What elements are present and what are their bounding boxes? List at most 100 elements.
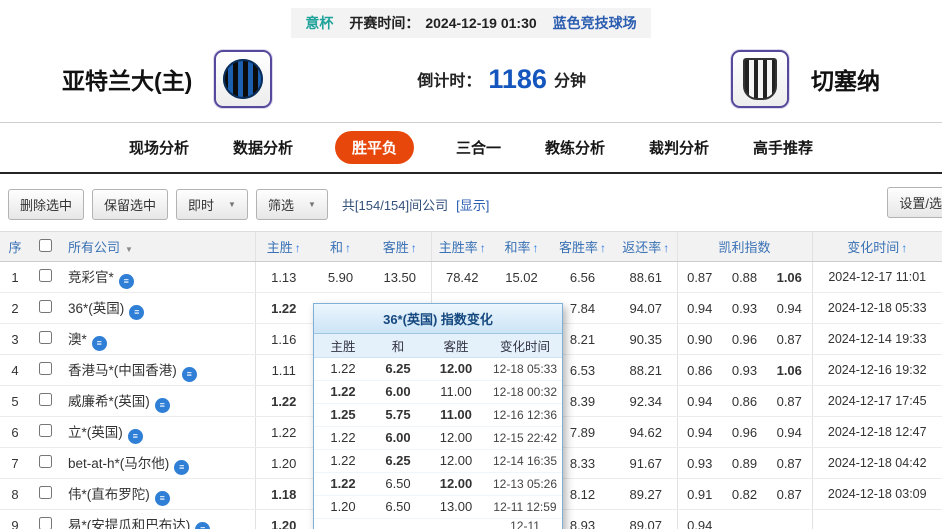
company-name[interactable]: 立*(英国)	[68, 425, 123, 440]
display-link[interactable]: [显示]	[456, 195, 489, 214]
popup-away-odds: 12.00	[424, 518, 488, 529]
company-name[interactable]: 竞彩官*	[68, 270, 114, 285]
keep-selected-button[interactable]: 保留选中	[92, 189, 168, 220]
filter-dropdown[interactable]: 筛选 ▼	[256, 189, 328, 220]
header-home-win-label: 主胜	[267, 240, 293, 255]
company-cell: bet-at-h*(马尔他) ≡	[60, 448, 255, 479]
header-home-win[interactable]: 主胜↑	[255, 232, 312, 262]
company-odds-history-icon[interactable]: ≡	[182, 367, 197, 382]
header-kelly-index[interactable]: 凯利指数	[677, 232, 812, 262]
tab-bar: 现场分析 数据分析 胜平负 三合一 教练分析 裁判分析 高手推荐	[0, 122, 942, 174]
popup-table: 主胜 和 客胜 变化时间 1.226.2512.0012-18 05:331.2…	[314, 334, 562, 529]
row-checkbox[interactable]	[39, 362, 52, 375]
kelly-draw-cell: 0.93	[722, 293, 767, 324]
change-time-cell: 2024-12-18 03:09	[812, 479, 942, 510]
popup-row: 1.226.2512.0012-14 16:35	[314, 449, 562, 472]
popup-change-time: 12-16 12:36	[488, 403, 562, 426]
header-return-rate[interactable]: 返还率↑	[615, 232, 677, 262]
away-rate-cell: 6.56	[550, 262, 615, 293]
home-team-name: 亚特兰大(主)	[62, 62, 192, 96]
away-team-name: 切塞纳	[811, 62, 880, 96]
row-checkbox-cell	[30, 324, 60, 355]
tab-expert-picks[interactable]: 高手推荐	[751, 131, 815, 164]
select-all-checkbox[interactable]	[39, 239, 52, 252]
header-draw-rate[interactable]: 和率↑	[493, 232, 550, 262]
row-checkbox[interactable]	[39, 424, 52, 437]
company-odds-history-icon[interactable]: ≡	[174, 460, 189, 475]
header-away-win-rate[interactable]: 客胜率↑	[550, 232, 615, 262]
row-checkbox[interactable]	[39, 393, 52, 406]
company-name[interactable]: 威廉希*(英国)	[68, 394, 150, 409]
draw-rate-cell: 15.02	[493, 262, 550, 293]
row-checkbox[interactable]	[39, 455, 52, 468]
instant-dropdown[interactable]: 即时 ▼	[176, 189, 248, 220]
tab-coach-analysis[interactable]: 教练分析	[543, 131, 607, 164]
sort-arrow-icon: ↑	[663, 241, 669, 255]
tab-win-draw-loss[interactable]: 胜平负	[335, 131, 414, 164]
company-odds-history-icon[interactable]: ≡	[155, 491, 170, 506]
row-checkbox[interactable]	[39, 486, 52, 499]
popup-row: 1.226.0012.0012-15 22:42	[314, 426, 562, 449]
row-checkbox[interactable]	[39, 331, 52, 344]
change-time-cell: 2024-12-16 19:32	[812, 355, 942, 386]
row-checkbox[interactable]	[39, 517, 52, 529]
change-time-cell: 2024-12-18 04:42	[812, 448, 942, 479]
company-name[interactable]: 伟*(直布罗陀)	[68, 487, 150, 502]
row-index: 4	[0, 355, 30, 386]
return-rate-cell: 94.07	[615, 293, 677, 324]
header-home-win-rate-label: 主胜率	[439, 240, 478, 255]
kelly-draw-cell: 0.86	[722, 386, 767, 417]
company-odds-history-icon[interactable]: ≡	[195, 522, 210, 529]
countdown-value: 1186	[488, 64, 547, 95]
popup-change-time: 12-11 12:59	[488, 495, 562, 518]
company-odds-history-icon[interactable]: ≡	[92, 336, 107, 351]
header-change-time[interactable]: 变化时间↑	[812, 232, 942, 262]
return-rate-cell: 92.34	[615, 386, 677, 417]
settings-button[interactable]: 设置/选	[887, 187, 942, 218]
popup-away-odds: 11.00	[424, 380, 488, 403]
kelly-away-cell: 0.87	[767, 386, 812, 417]
kelly-draw-cell: 0.82	[722, 479, 767, 510]
popup-away-odds: 13.00	[424, 495, 488, 518]
tab-referee-analysis[interactable]: 裁判分析	[647, 131, 711, 164]
home-odds-cell: 1.18	[255, 479, 312, 510]
delete-selected-button[interactable]: 删除选中	[8, 189, 84, 220]
company-odds-history-icon[interactable]: ≡	[129, 305, 144, 320]
popup-away-odds: 12.00	[424, 472, 488, 495]
company-cell: 伟*(直布罗陀) ≡	[60, 479, 255, 510]
company-name[interactable]: 36*(英国)	[68, 301, 124, 316]
tab-three-in-one[interactable]: 三合一	[454, 131, 503, 164]
change-time-cell: 2024-12-17 17:45	[812, 386, 942, 417]
tab-data-analysis[interactable]: 数据分析	[231, 131, 295, 164]
company-name[interactable]: 香港马*(中国香港)	[68, 363, 177, 378]
header-company[interactable]: 所有公司▼	[60, 232, 255, 262]
kelly-home-cell: 0.94	[677, 417, 722, 448]
company-odds-history-icon[interactable]: ≡	[119, 274, 134, 289]
row-checkbox-cell	[30, 479, 60, 510]
return-rate-cell: 90.35	[615, 324, 677, 355]
company-cell: 易*(安提瓜和巴布达) ≡	[60, 510, 255, 529]
chevron-down-icon: ▼	[125, 245, 133, 254]
row-checkbox[interactable]	[39, 300, 52, 313]
company-odds-history-icon[interactable]: ≡	[128, 429, 143, 444]
company-odds-history-icon[interactable]: ≡	[155, 398, 170, 413]
popup-home-odds: 1.22	[314, 426, 372, 449]
tab-live-analysis[interactable]: 现场分析	[127, 131, 191, 164]
change-time-cell: 2024-12-18 12:47	[812, 417, 942, 448]
league-badge: 意杯	[305, 13, 333, 33]
company-name[interactable]: 澳*	[68, 332, 87, 347]
sort-arrow-icon: ↑	[480, 241, 486, 255]
company-cell: 澳* ≡	[60, 324, 255, 355]
row-checkbox[interactable]	[39, 269, 52, 282]
away-team-block: 切塞纳	[731, 50, 880, 108]
header-draw[interactable]: 和↑	[312, 232, 369, 262]
company-name[interactable]: bet-at-h*(马尔他)	[68, 456, 169, 471]
company-name[interactable]: 易*(安提瓜和巴布达)	[68, 518, 190, 529]
chevron-down-icon: ▼	[308, 200, 316, 209]
header-away-win[interactable]: 客胜↑	[369, 232, 431, 262]
change-time-cell: 2024-12-14 19:33	[812, 324, 942, 355]
popup-home-odds: 1.22	[314, 449, 372, 472]
popup-table-body: 1.226.2512.0012-18 05:331.226.0011.0012-…	[314, 357, 562, 529]
header-home-win-rate[interactable]: 主胜率↑	[431, 232, 493, 262]
popup-home-odds: 1.30	[314, 518, 372, 529]
